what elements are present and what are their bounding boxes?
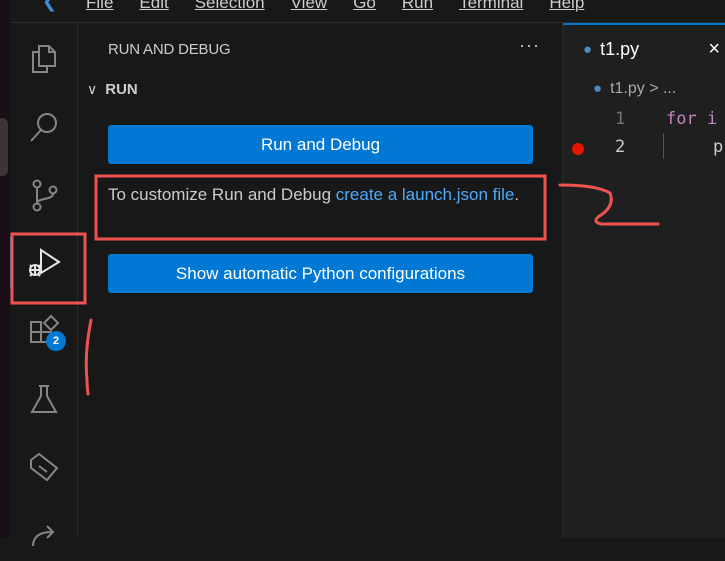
- activity-bar: 2: [10, 23, 78, 547]
- search-button[interactable]: [10, 101, 78, 153]
- breadcrumb[interactable]: ● t1.py > ...: [593, 80, 676, 98]
- run-debug-sidebar: RUN AND DEBUG ··· ∨ RUN Run and Debug To …: [79, 23, 560, 538]
- search-icon: [30, 113, 57, 142]
- menubar: ❮ File Edit Selection View Go Run Termin…: [10, 0, 725, 23]
- run-and-debug-button[interactable]: Run and Debug: [108, 125, 533, 164]
- more-actions-button[interactable]: ···: [519, 35, 540, 56]
- python-file-icon: ●: [593, 80, 603, 97]
- run-debug-icon: [29, 248, 61, 277]
- run-debug-button[interactable]: [10, 237, 78, 289]
- tag-icon: [30, 452, 59, 482]
- source-control-icon: [32, 179, 58, 212]
- os-dock: [0, 0, 10, 538]
- testing-button[interactable]: [10, 373, 78, 425]
- line-number: 2: [615, 137, 626, 157]
- tab-t1-py[interactable]: ● t1.py ×: [563, 23, 725, 73]
- menu-view[interactable]: View: [291, 0, 328, 11]
- line-number: 1: [615, 109, 626, 129]
- launch-json-hint: To customize Run and Debug create a laun…: [108, 181, 538, 208]
- code-line[interactable]: for i: [666, 109, 717, 129]
- breakpoint-icon[interactable]: [572, 143, 584, 155]
- run-section-header[interactable]: ∨ RUN: [87, 81, 138, 98]
- remote-explorer-button[interactable]: [10, 441, 78, 493]
- breadcrumb-text: t1.py > ...: [610, 80, 677, 97]
- menu-selection[interactable]: Selection: [195, 0, 265, 11]
- flask-icon: [30, 385, 58, 413]
- vscode-logo-icon: ❮: [42, 0, 58, 11]
- code-line[interactable]: p: [713, 137, 723, 157]
- files-icon: [32, 45, 56, 73]
- extensions-button[interactable]: 2: [10, 305, 78, 357]
- menu-edit[interactable]: Edit: [139, 0, 168, 11]
- menu-run[interactable]: Run: [402, 0, 433, 11]
- share-button[interactable]: [10, 509, 78, 561]
- hint-text: To customize Run and Debug: [108, 185, 336, 204]
- dock-app-item[interactable]: [0, 118, 8, 176]
- create-launch-json-link[interactable]: create a launch.json file: [336, 185, 515, 204]
- close-tab-icon[interactable]: ×: [708, 38, 720, 61]
- menu-go[interactable]: Go: [353, 0, 376, 11]
- sidebar-title: RUN AND DEBUG: [108, 41, 231, 58]
- python-file-icon: ●: [583, 40, 593, 58]
- menu-help[interactable]: Help: [549, 0, 584, 11]
- hint-suffix: .: [514, 185, 520, 204]
- editor: ● t1.py × ● t1.py > ... 1 for i 2 p: [562, 23, 725, 538]
- share-icon: [32, 525, 55, 547]
- extensions-badge: 2: [46, 331, 66, 351]
- show-python-configurations-button[interactable]: Show automatic Python configurations: [108, 254, 533, 293]
- source-control-button[interactable]: [10, 169, 78, 221]
- menu-file[interactable]: File: [86, 0, 113, 11]
- section-label: RUN: [105, 81, 138, 98]
- explorer-button[interactable]: [10, 33, 78, 85]
- menu-terminal[interactable]: Terminal: [459, 0, 523, 11]
- indent-guide: [663, 133, 664, 159]
- tab-label: t1.py: [600, 38, 640, 59]
- chevron-down-icon: ∨: [87, 81, 98, 97]
